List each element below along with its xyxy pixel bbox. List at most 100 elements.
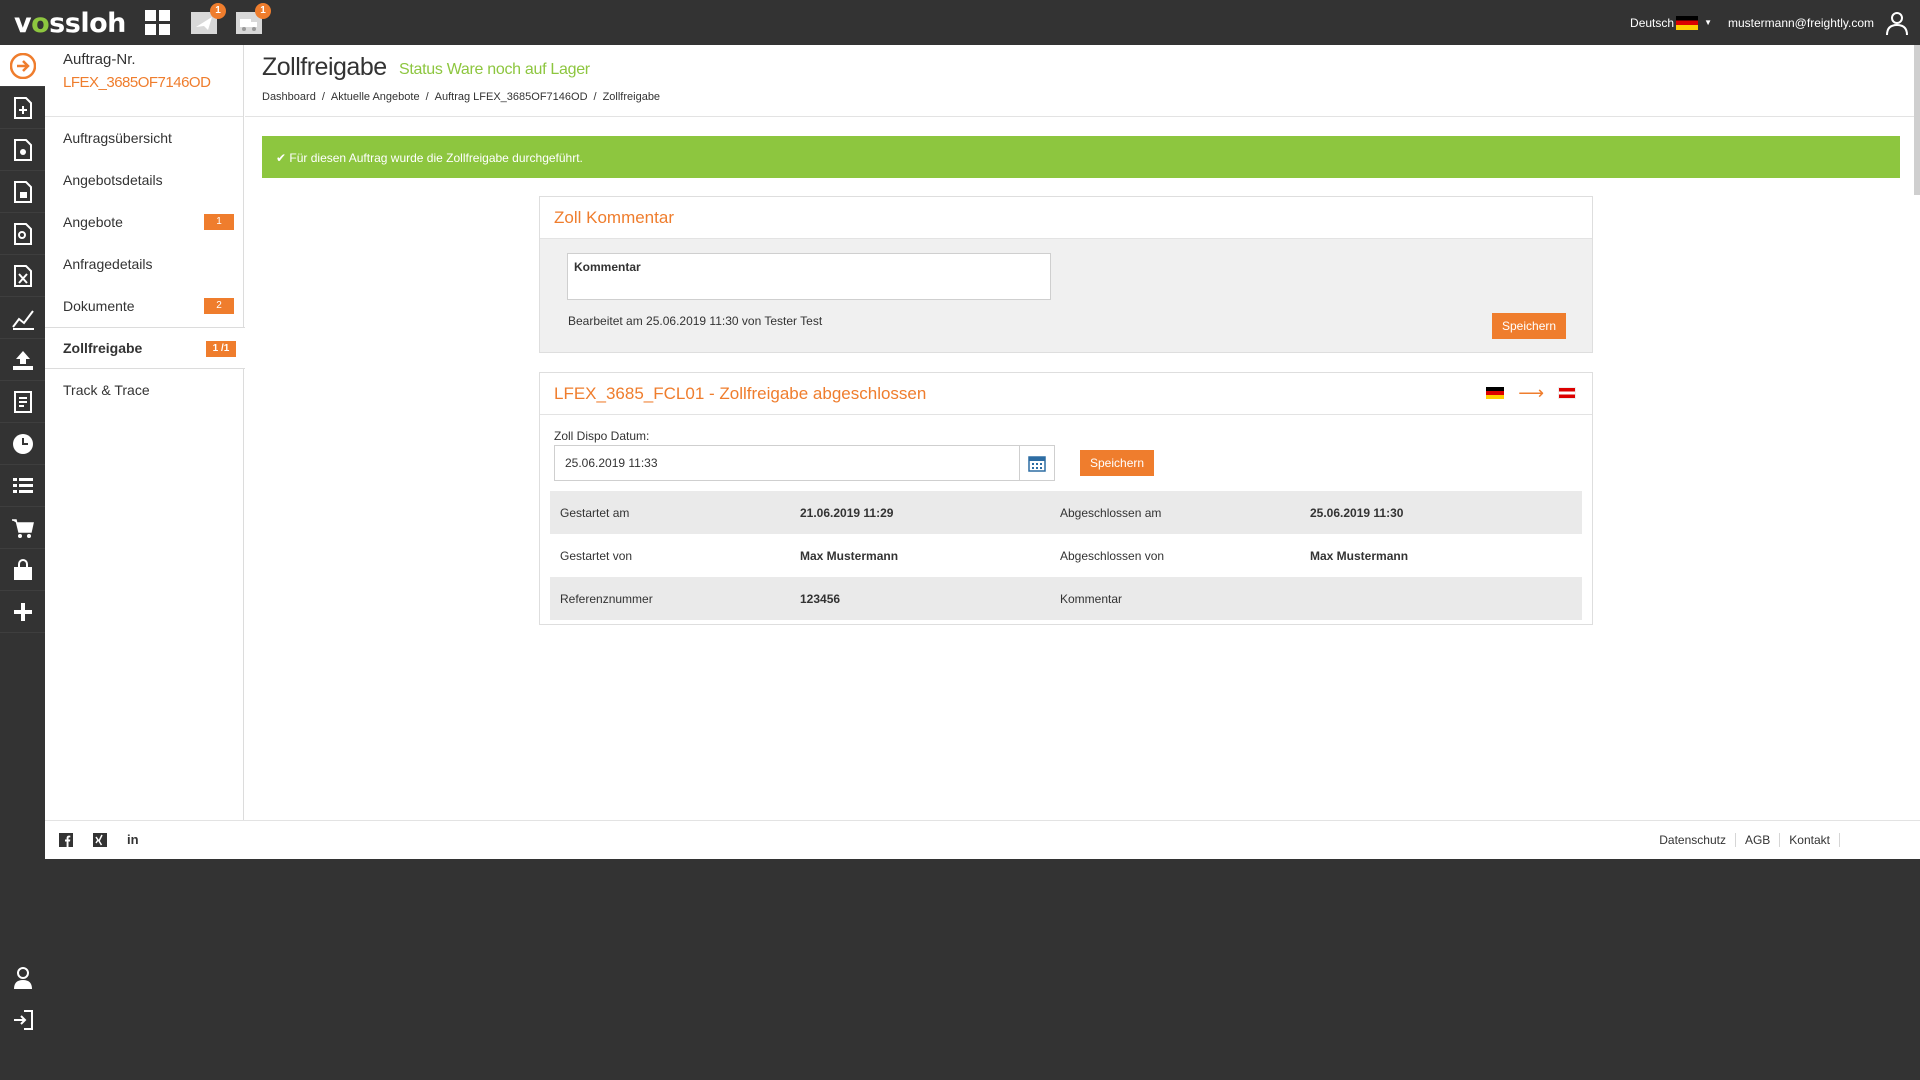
row-value: 123456 <box>800 591 841 606</box>
arrow-circle-right-icon <box>9 52 36 79</box>
upload-icon <box>12 350 33 370</box>
document-search-icon <box>13 222 32 245</box>
subnav-item-dokumente[interactable]: Dokumente 2 <box>45 285 243 327</box>
card-title: Zoll Kommentar <box>540 197 1592 239</box>
chevron-down-icon: ▼ <box>1704 18 1712 27</box>
rail-user-profile[interactable] <box>0 957 45 999</box>
customs-date-input[interactable] <box>554 445 1020 481</box>
table-row: Gestartet von Max Mustermann Abgeschloss… <box>550 534 1582 577</box>
calendar-icon <box>1028 456 1046 472</box>
breadcrumb: Dashboard / Aktuelle Angebote / Auftrag LF… <box>262 91 661 103</box>
footer-link-kontakt[interactable]: Kontakt <box>1780 833 1840 847</box>
send-request-icon[interactable]: 1 <box>190 3 226 37</box>
chart-icon <box>11 309 34 330</box>
subnav-item-anfragedetails[interactable]: Anfragedetails <box>45 243 243 285</box>
row-label: Abgeschlossen am <box>1060 505 1162 520</box>
rail-excel-export[interactable] <box>0 255 45 297</box>
row-label: Gestartet am <box>560 505 630 520</box>
facebook-icon[interactable] <box>59 833 73 847</box>
page-header: Zollfreigabe Status Ware noch auf Lager … <box>245 45 1920 117</box>
linkedin-icon[interactable]: in <box>127 833 139 847</box>
social-links: in <box>59 833 139 847</box>
rail-active-order[interactable] <box>0 45 45 87</box>
textarea-label: Kommentar <box>574 260 641 274</box>
calendar-button[interactable] <box>1019 445 1055 481</box>
footer: in Datenschutz AGB Kontakt <box>45 820 1920 859</box>
shopping-bag-icon <box>13 558 32 580</box>
vossloh-logo[interactable]: vossloh <box>14 8 126 39</box>
row-value: Max Mustermann <box>1310 548 1409 563</box>
row-value: Max Mustermann <box>800 548 899 563</box>
route-flags: ⟶ <box>1486 384 1576 402</box>
content-area: Zollfreigabe Status Ware noch auf Lager … <box>245 45 1920 820</box>
footer-link-agb[interactable]: AGB <box>1736 833 1781 847</box>
row-value: 21.06.2019 11:29 <box>800 505 894 520</box>
rail-document-search[interactable] <box>0 213 45 255</box>
count-badge: 2 <box>204 298 234 314</box>
rail-settings-document[interactable] <box>0 129 45 171</box>
destination-flag-icon <box>1558 387 1576 399</box>
breadcrumb-current: Zollfreigabe <box>602 91 661 103</box>
scrollbar[interactable] <box>1914 45 1920 195</box>
row-value: 25.06.2019 11:30 <box>1310 505 1404 520</box>
rail-list[interactable] <box>0 465 45 507</box>
subnav-item-zollfreigabe[interactable]: Zollfreigabe 1 /1 <box>45 327 245 369</box>
row-value <box>1310 577 1582 620</box>
subnav-item-label: Auftragsübersicht <box>63 130 172 146</box>
success-alert: ✔ Für diesen Auftrag wurde die Zollfreig… <box>262 136 1900 178</box>
save-comment-button[interactable]: Speichern <box>1492 313 1567 339</box>
rail-logout[interactable] <box>0 999 45 1041</box>
user-icon <box>13 967 32 989</box>
customs-comment-card: Zoll Kommentar Kommentar Bearbeitet am 2… <box>539 196 1593 353</box>
footer-link-datenschutz[interactable]: Datenschutz <box>1650 833 1736 847</box>
rail-invoice[interactable] <box>0 381 45 423</box>
row-label: Gestartet von <box>560 548 633 563</box>
top-bar: vossloh 1 1 Deutsch ▼ mustermann@freight… <box>0 0 1920 45</box>
breadcrumb-dashboard[interactable]: Dashboard <box>262 91 316 103</box>
cart-icon <box>11 518 34 538</box>
breadcrumb-order[interactable]: Auftrag LFEX_3685OF7146OD <box>435 91 588 103</box>
list-icon <box>12 477 33 493</box>
rail-cart[interactable] <box>0 507 45 549</box>
subnav-item-track-trace[interactable]: Track & Trace <box>45 369 243 411</box>
clearance-info-table: Gestartet am 21.06.2019 11:29 Abgeschlos… <box>550 491 1582 620</box>
invoice-icon <box>13 390 32 413</box>
rail-document-lock[interactable] <box>0 171 45 213</box>
subnav-item-angebotsdetails[interactable]: Angebotsdetails <box>45 159 243 201</box>
rail-add[interactable] <box>0 591 45 633</box>
language-selector[interactable]: Deutsch ▼ <box>1630 15 1712 30</box>
breadcrumb-current-offers[interactable]: Aktuelle Angebote <box>331 91 420 103</box>
dashboard-grid-icon[interactable] <box>144 9 172 37</box>
subnav-item-label: Angebote <box>63 214 123 230</box>
truck-notification-icon[interactable]: 1 <box>235 3 271 37</box>
rail-statistics[interactable] <box>0 297 45 339</box>
subnav-item-auftragsuebersicht[interactable]: Auftragsübersicht <box>45 117 243 159</box>
left-rail <box>0 45 45 1080</box>
origin-flag-icon <box>1486 387 1505 399</box>
xing-icon[interactable] <box>93 833 107 847</box>
notification-badge: 1 <box>210 3 226 19</box>
order-id[interactable]: LFEX_3685OF7146OD <box>63 74 243 91</box>
table-row: Gestartet am 21.06.2019 11:29 Abgeschlos… <box>550 491 1582 534</box>
subnav-item-label: Angebotsdetails <box>63 172 163 188</box>
german-flag-icon <box>1676 15 1699 30</box>
user-email[interactable]: mustermann@freightly.com <box>1728 16 1874 30</box>
row-label: Kommentar <box>1060 591 1123 606</box>
save-date-button[interactable]: Speichern <box>1080 450 1155 476</box>
rail-upload[interactable] <box>0 339 45 381</box>
table-row: Referenznummer 123456 Kommentar <box>550 577 1582 620</box>
user-avatar-icon[interactable] <box>1884 10 1910 36</box>
rail-history[interactable] <box>0 423 45 465</box>
order-subnav: Auftrag-Nr. LFEX_3685OF7146OD Auftragsüb… <box>45 45 245 820</box>
subnav-item-angebote[interactable]: Angebote 1 <box>45 201 243 243</box>
rail-shop[interactable] <box>0 549 45 591</box>
count-badge: 1 /1 <box>206 341 236 357</box>
notification-badge: 1 <box>255 3 271 19</box>
order-label: Auftrag-Nr. <box>63 51 136 68</box>
comment-textarea[interactable]: Kommentar <box>567 253 1051 300</box>
subnav-item-label: Dokumente <box>63 298 135 314</box>
row-label: Abgeschlossen von <box>1060 548 1165 563</box>
main-panel: Auftrag-Nr. LFEX_3685OF7146OD Auftragsüb… <box>45 45 1920 859</box>
rail-new-document[interactable] <box>0 87 45 129</box>
clock-icon <box>12 433 33 454</box>
